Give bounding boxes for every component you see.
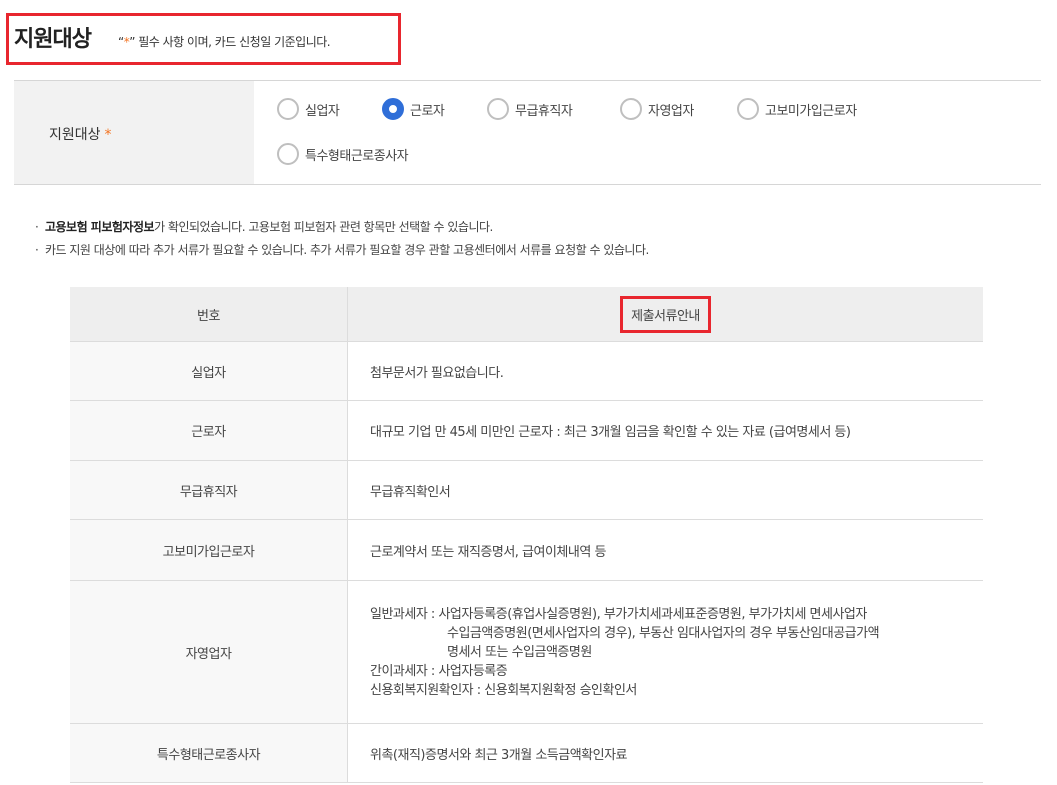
highlight-box-documents-header: 제출서류안내 bbox=[620, 295, 711, 333]
radio-label[interactable]: 무급휴직자 bbox=[515, 100, 573, 119]
radio-label[interactable]: 특수형태근로종사자 bbox=[305, 145, 409, 164]
radio-circle-icon[interactable] bbox=[620, 98, 642, 120]
table-row: 자영업자 일반과세자 : 사업자등록증(휴업사실증명원), 부가가치세과세표준증… bbox=[70, 580, 983, 724]
section-title: 지원대상 bbox=[14, 27, 92, 52]
row-documents: 근로계약서 또는 재직증명서, 급여이체내역 등 bbox=[347, 519, 983, 581]
radio-label[interactable]: 근로자 bbox=[410, 100, 445, 119]
required-documents-table: 번호 제출서류안내 실업자 첨부문서가 필요없습니다. 근로자 대규모 기업 만… bbox=[70, 287, 983, 783]
row-documents: 일반과세자 : 사업자등록증(휴업사실증명원), 부가가치세과세표준증명원, 부… bbox=[347, 580, 983, 724]
radio-label[interactable]: 고보미가입근로자 bbox=[765, 100, 857, 119]
row-documents: 대규모 기업 만 45세 미만인 근로자 : 최근 3개월 임금을 확인할 수 … bbox=[347, 400, 983, 461]
row-type: 자영업자 bbox=[70, 580, 348, 724]
required-note: “*” 필수 사항 이며, 카드 신청일 기준입니다. bbox=[118, 33, 331, 50]
note-emphasis: 고용보험 피보험자정보 bbox=[44, 220, 155, 234]
doc-line: 신용회복지원확인자 : 신용회복지원확정 승인확인서 bbox=[370, 682, 637, 698]
target-label-cell: 지원대상 * bbox=[14, 81, 254, 184]
radio-circle-icon[interactable] bbox=[277, 98, 299, 120]
table-row: 고보미가입근로자 근로계약서 또는 재직증명서, 급여이체내역 등 bbox=[70, 519, 983, 581]
table-row: 무급휴직자 무급휴직확인서 bbox=[70, 460, 983, 520]
row-type: 특수형태근로종사자 bbox=[70, 723, 348, 783]
required-note-text: ” 필수 사항 이며, 카드 신청일 기준입니다. bbox=[129, 35, 331, 49]
radio-circle-icon[interactable] bbox=[487, 98, 509, 120]
table-header-row: 번호 제출서류안내 bbox=[70, 287, 983, 342]
radio-unpaid-leave[interactable]: 무급휴직자 bbox=[487, 98, 573, 120]
note-line-1: · 고용보험 피보험자정보가 확인되었습니다. 고용보험 피보험자 관련 항목만… bbox=[35, 220, 493, 234]
row-type: 무급휴직자 bbox=[70, 460, 348, 520]
radio-circle-icon[interactable] bbox=[737, 98, 759, 120]
row-type: 근로자 bbox=[70, 400, 348, 461]
radio-circle-icon[interactable] bbox=[277, 143, 299, 165]
target-options: 실업자 근로자 무급휴직자 자영업자 고보미가입근로자 특수형태근로종사자 bbox=[254, 81, 1041, 184]
required-star-icon: * bbox=[104, 127, 112, 143]
radio-self-employed[interactable]: 자영업자 bbox=[620, 98, 694, 120]
radio-label[interactable]: 자영업자 bbox=[648, 100, 694, 119]
target-selection-panel: 지원대상 * 실업자 근로자 무급휴직자 자영업자 고보미가입근로자 특수형태근로… bbox=[14, 80, 1041, 185]
table-row: 특수형태근로종사자 위촉(재직)증명서와 최근 3개월 소득금액확인자료 bbox=[70, 723, 983, 783]
doc-line: 간이과세자 : 사업자등록증 bbox=[370, 663, 508, 679]
note-line-2: · 카드 지원 대상에 따라 추가 서류가 필요할 수 있습니다. 추가 서류가… bbox=[35, 243, 649, 257]
info-notes: · 고용보험 피보험자정보가 확인되었습니다. 고용보험 피보험자 관련 항목만… bbox=[35, 218, 649, 264]
radio-uninsured-worker[interactable]: 고보미가입근로자 bbox=[737, 98, 857, 120]
radio-label[interactable]: 실업자 bbox=[305, 100, 340, 119]
table-row: 근로자 대규모 기업 만 45세 미만인 근로자 : 최근 3개월 임금을 확인… bbox=[70, 400, 983, 461]
row-documents: 위촉(재직)증명서와 최근 3개월 소득금액확인자료 bbox=[347, 723, 983, 783]
row-type: 실업자 bbox=[70, 341, 348, 401]
radio-worker[interactable]: 근로자 bbox=[382, 98, 445, 120]
row-documents: 무급휴직확인서 bbox=[347, 460, 983, 520]
row-type: 고보미가입근로자 bbox=[70, 519, 348, 581]
table-row: 실업자 첨부문서가 필요없습니다. bbox=[70, 341, 983, 401]
doc-line: 명세서 또는 수입금액증명원 bbox=[447, 644, 592, 660]
radio-special-worker[interactable]: 특수형태근로종사자 bbox=[277, 143, 409, 165]
radio-checked-icon[interactable] bbox=[382, 98, 404, 120]
row-documents: 첨부문서가 필요없습니다. bbox=[347, 341, 983, 401]
column-header-number: 번호 bbox=[70, 287, 348, 342]
column-header-documents: 제출서류안내 bbox=[347, 287, 983, 342]
doc-line: 수입금액증명원(면세사업자의 경우), 부동산 임대사업자의 경우 부동산임대공… bbox=[447, 625, 880, 641]
doc-line: 일반과세자 : 사업자등록증(휴업사실증명원), 부가가치세과세표준증명원, 부… bbox=[370, 606, 867, 622]
target-label: 지원대상 bbox=[49, 127, 101, 143]
radio-unemployed[interactable]: 실업자 bbox=[277, 98, 340, 120]
